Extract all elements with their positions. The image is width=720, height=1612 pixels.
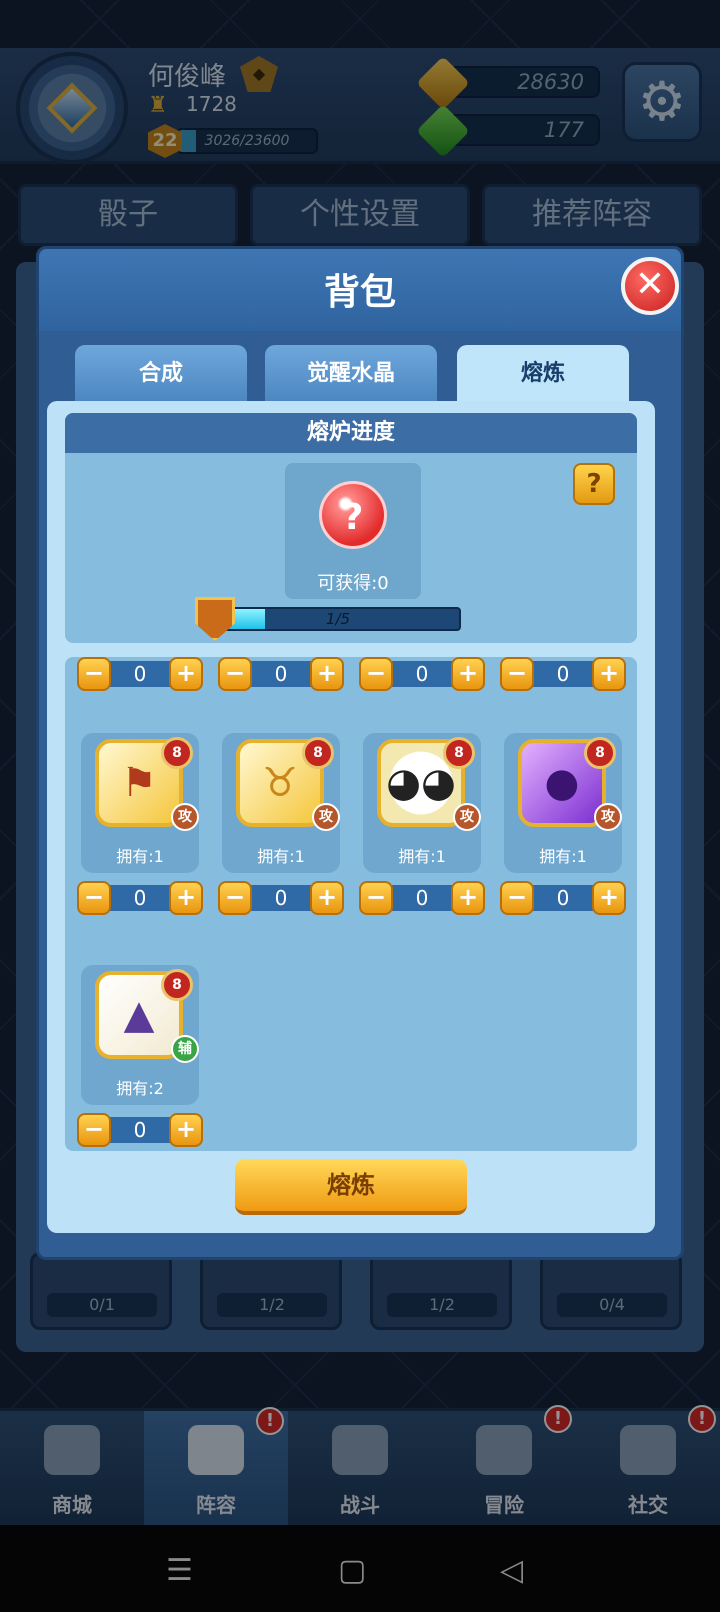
level-badge: 8 <box>161 969 193 1001</box>
quantity-stepper: 0− + <box>359 881 485 915</box>
level-badge: 8 <box>584 737 616 769</box>
level-badge: 8 <box>161 737 193 769</box>
plus-button[interactable]: + <box>592 881 626 915</box>
attack-tag: 攻 <box>594 803 622 831</box>
attack-tag: 攻 <box>171 803 199 831</box>
attack-tag: 攻 <box>453 803 481 831</box>
minus-button[interactable]: − <box>218 881 252 915</box>
quantity-stepper: 0− + <box>500 881 626 915</box>
furnace-section: 熔炉进度 ? 可获得:0 ? 1/5 <box>65 413 637 643</box>
furnace-shield-icon <box>195 597 235 641</box>
owned-count: 拥有:1 <box>398 847 446 866</box>
item-card[interactable]: ▲ 8 辅 拥有:2 <box>81 965 199 1105</box>
close-button[interactable]: ✕ <box>621 257 679 315</box>
owned-count: 拥有:1 <box>257 847 305 866</box>
level-badge: 8 <box>443 737 475 769</box>
quantity-stepper: 0− + <box>77 1113 203 1147</box>
furnace-progress-text: 1/5 <box>325 610 351 628</box>
plus-button[interactable]: + <box>169 1113 203 1147</box>
minus-button[interactable]: − <box>77 881 111 915</box>
owned-count: 拥有:1 <box>539 847 587 866</box>
minus-button[interactable]: − <box>77 657 111 691</box>
plus-button[interactable]: + <box>451 657 485 691</box>
furnace-progress-bar: 1/5 <box>215 607 461 631</box>
tab-smelt[interactable]: 熔炼 <box>457 345 629 403</box>
game-screen: 何俊峰 ◆ ♜ 1728 22 3026/23600 28630 177 ⚙ 骰… <box>0 0 720 1612</box>
furnace-heading: 熔炉进度 <box>65 413 637 453</box>
tab-synthesize[interactable]: 合成 <box>75 345 247 403</box>
smelt-panel: 熔炉进度 ? 可获得:0 ? 1/5 0− + 0− + 0− + 0− + ⚑ 8 攻… <box>47 401 655 1233</box>
dialog-title: 背包 <box>323 272 396 313</box>
system-nav-bar: ☰ ▢ ◁ <box>0 1525 720 1612</box>
minus-button[interactable]: − <box>77 1113 111 1147</box>
obtainable-count: 可获得:0 <box>317 573 389 594</box>
item-card[interactable]: ♉ 8 攻 拥有:1 <box>222 733 340 873</box>
backpack-dialog: 背包 ✕ 合成 觉醒水晶 熔炼 熔炉进度 ? 可获得:0 ? 1/5 0− + 0… <box>36 246 684 1260</box>
smelt-button[interactable]: 熔炼 <box>235 1159 467 1215</box>
mystery-reward-icon: ? <box>319 481 387 549</box>
plus-button[interactable]: + <box>592 657 626 691</box>
level-badge: 8 <box>302 737 334 769</box>
quantity-stepper: 0− + <box>77 657 203 691</box>
plus-button[interactable]: + <box>310 881 344 915</box>
reward-box[interactable]: ? 可获得:0 <box>285 463 421 599</box>
minus-button[interactable]: − <box>359 657 393 691</box>
help-button[interactable]: ? <box>573 463 615 505</box>
plus-button[interactable]: + <box>310 657 344 691</box>
item-grid: 0− + 0− + 0− + 0− + ⚑ 8 攻 拥有:1 ♉ 8 攻 拥有:1 ◕◕… <box>65 657 637 1151</box>
support-tag: 辅 <box>171 1035 199 1063</box>
menu-icon[interactable]: ☰ <box>166 1553 193 1588</box>
minus-button[interactable]: − <box>218 657 252 691</box>
minus-button[interactable]: − <box>500 657 534 691</box>
dialog-header: 背包 <box>39 249 681 331</box>
owned-count: 拥有:2 <box>116 1079 164 1098</box>
attack-tag: 攻 <box>312 803 340 831</box>
owned-count: 拥有:1 <box>116 847 164 866</box>
quantity-stepper: 0− + <box>500 657 626 691</box>
plus-button[interactable]: + <box>451 881 485 915</box>
item-card[interactable]: ● 8 攻 拥有:1 <box>504 733 622 873</box>
quantity-stepper: 0− + <box>77 881 203 915</box>
tab-awaken-crystal[interactable]: 觉醒水晶 <box>265 345 437 403</box>
plus-button[interactable]: + <box>169 657 203 691</box>
quantity-stepper: 0− + <box>218 881 344 915</box>
plus-button[interactable]: + <box>169 881 203 915</box>
item-card[interactable]: ◕◕ 8 攻 拥有:1 <box>363 733 481 873</box>
quantity-stepper: 0− + <box>359 657 485 691</box>
quantity-stepper: 0− + <box>218 657 344 691</box>
item-card[interactable]: ⚑ 8 攻 拥有:1 <box>81 733 199 873</box>
home-icon[interactable]: ▢ <box>338 1553 366 1588</box>
back-icon[interactable]: ◁ <box>500 1553 523 1588</box>
minus-button[interactable]: − <box>359 881 393 915</box>
minus-button[interactable]: − <box>500 881 534 915</box>
